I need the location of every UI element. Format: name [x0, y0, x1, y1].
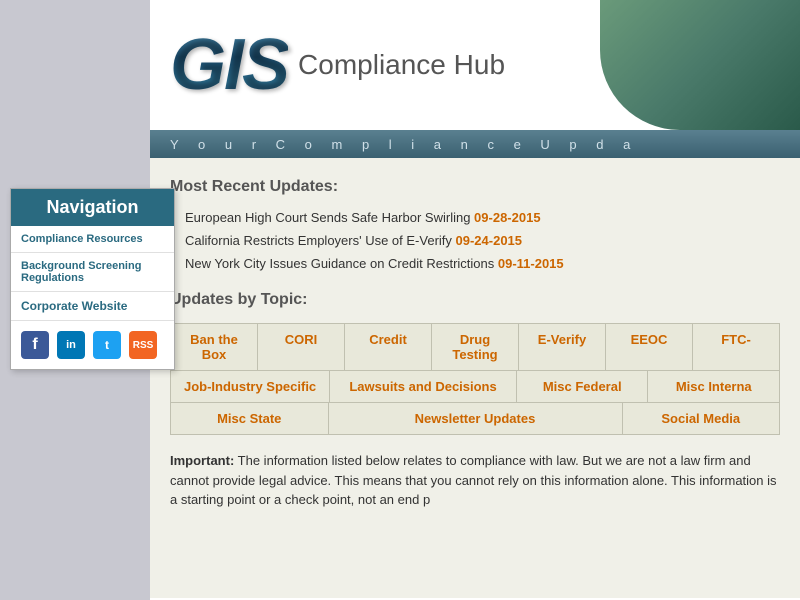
- topic-cori[interactable]: CORI: [258, 324, 345, 370]
- tagline-bar: Y o u r C o m p l i a n c e U p d a: [150, 130, 800, 158]
- facebook-icon[interactable]: f: [21, 331, 49, 359]
- update-item: European High Court Sends Safe Harbor Sw…: [170, 210, 780, 225]
- nav-item-compliance-resources[interactable]: Compliance Resources: [11, 226, 174, 253]
- important-label: Important:: [170, 453, 234, 468]
- update-text-3: New York City Issues Guidance on Credit …: [185, 256, 498, 271]
- updates-list: European High Court Sends Safe Harbor Sw…: [170, 210, 780, 271]
- updates-by-topic-title: Updates by Topic:: [170, 291, 780, 309]
- update-text-1: European High Court Sends Safe Harbor Sw…: [185, 210, 474, 225]
- topic-credit[interactable]: Credit: [345, 324, 432, 370]
- topic-misc-state[interactable]: Misc State: [171, 403, 329, 434]
- content-area: Most Recent Updates: European High Court…: [150, 158, 800, 598]
- twitter-icon[interactable]: t: [93, 331, 121, 359]
- topic-row-3: Misc State Newsletter Updates Social Med…: [171, 403, 779, 434]
- important-body: The information listed below relates to …: [170, 453, 777, 507]
- nav-item-background-screening[interactable]: Background ScreeningRegulations: [11, 253, 174, 292]
- main-content-area: GIS Compliance Hub Y o u r C o m p l i a…: [150, 0, 800, 600]
- topic-lawsuits[interactable]: Lawsuits and Decisions: [330, 371, 517, 402]
- important-notice: Important: The information listed below …: [170, 451, 780, 510]
- social-bar: f in t RSS: [11, 321, 174, 369]
- topic-row-1: Ban the Box CORI Credit Drug Testing E-V…: [171, 324, 779, 371]
- topic-misc-international[interactable]: Misc Interna: [648, 371, 779, 402]
- topic-drug-testing[interactable]: Drug Testing: [432, 324, 519, 370]
- header-curve-decoration: [600, 0, 800, 130]
- update-date-1: 09-28-2015: [474, 210, 541, 225]
- topic-ban-the-box[interactable]: Ban the Box: [171, 324, 258, 370]
- update-date-3: 09-11-2015: [498, 256, 564, 271]
- update-date-2: 09-24-2015: [456, 233, 523, 248]
- topic-ftc[interactable]: FTC-: [693, 324, 779, 370]
- header: GIS Compliance Hub: [150, 0, 800, 130]
- update-text-2: California Restricts Employers' Use of E…: [185, 233, 456, 248]
- topic-misc-federal[interactable]: Misc Federal: [517, 371, 649, 402]
- topic-newsletter[interactable]: Newsletter Updates: [329, 403, 623, 434]
- topic-row-2: Job-Industry Specific Lawsuits and Decis…: [171, 371, 779, 403]
- topic-e-verify[interactable]: E-Verify: [519, 324, 606, 370]
- nav-item-corporate-website[interactable]: Corporate Website: [11, 292, 174, 321]
- nav-header: Navigation: [11, 189, 174, 226]
- logo-gis: GIS: [170, 24, 288, 106]
- logo-container: GIS Compliance Hub: [170, 24, 505, 106]
- logo-text: Compliance Hub: [298, 50, 505, 81]
- tagline-text: Y o u r C o m p l i a n c e U p d a: [170, 137, 638, 152]
- update-item: California Restricts Employers' Use of E…: [170, 233, 780, 248]
- topic-eeoc[interactable]: EEOC: [606, 324, 693, 370]
- rss-icon[interactable]: RSS: [129, 331, 157, 359]
- update-item: New York City Issues Guidance on Credit …: [170, 256, 780, 271]
- linkedin-icon[interactable]: in: [57, 331, 85, 359]
- navigation-card: Navigation Compliance Resources Backgrou…: [10, 188, 175, 370]
- most-recent-title: Most Recent Updates:: [170, 178, 780, 196]
- topic-grid: Ban the Box CORI Credit Drug Testing E-V…: [170, 323, 780, 435]
- topic-job-industry[interactable]: Job-Industry Specific: [171, 371, 330, 402]
- topic-social-media[interactable]: Social Media: [623, 403, 780, 434]
